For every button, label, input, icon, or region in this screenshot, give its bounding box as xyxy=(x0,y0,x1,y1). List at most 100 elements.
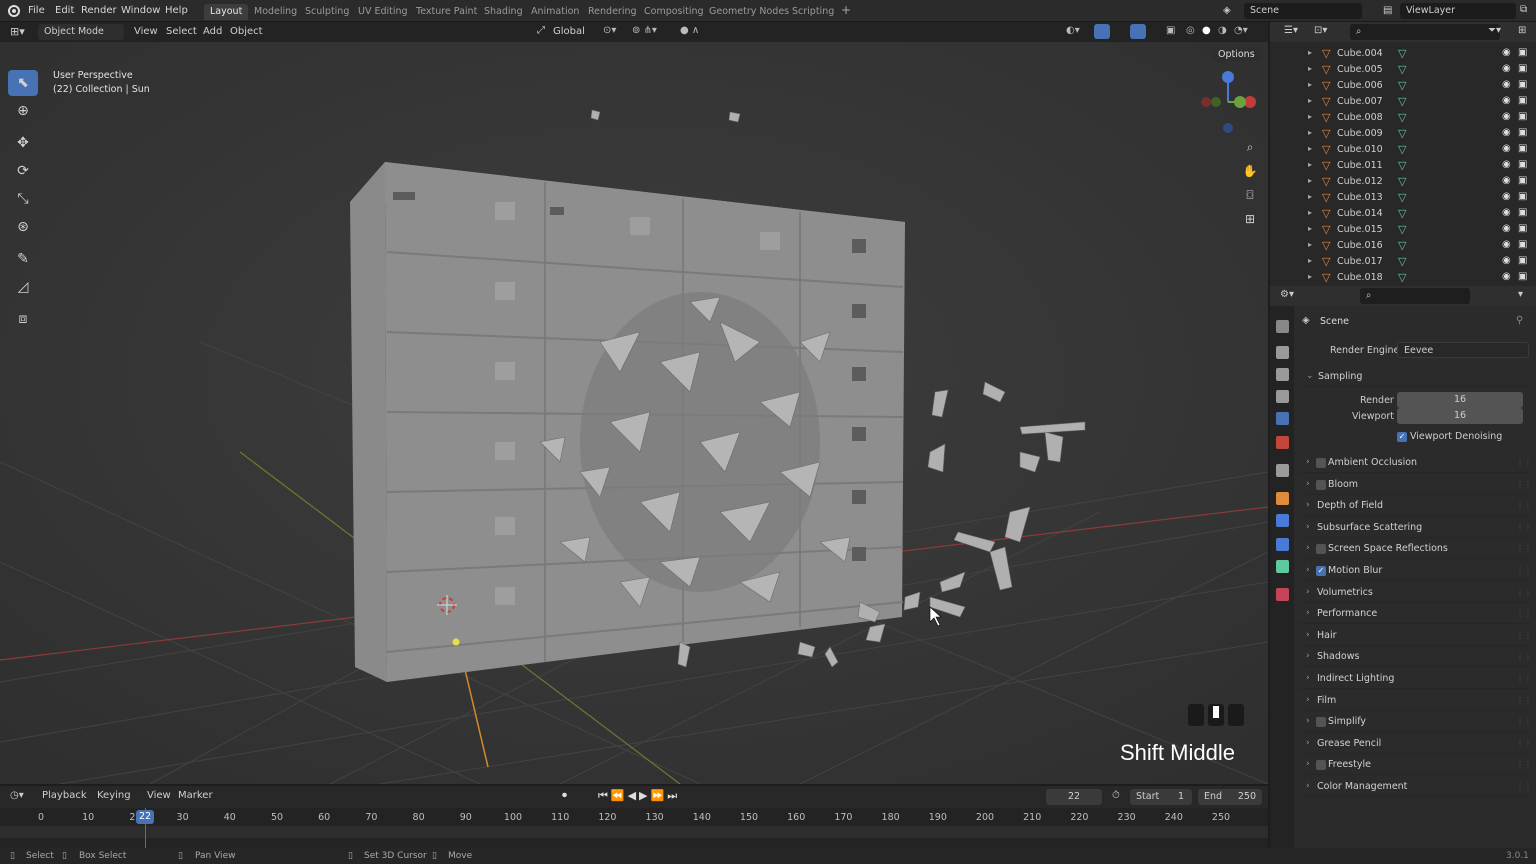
render-panel[interactable]: › Performance ⋮⋮ xyxy=(1300,604,1532,625)
render-panel[interactable]: › Simplify ⋮⋮ xyxy=(1300,712,1532,733)
menu-file[interactable]: File xyxy=(28,5,45,16)
drag-handle-icon[interactable]: ⋮⋮ xyxy=(1516,566,1532,575)
properties-editor-icon[interactable]: ⚙▾ xyxy=(1280,289,1294,300)
tab-shading[interactable]: Shading xyxy=(478,4,529,20)
3d-viewport[interactable]: ⬉ ⊕ ✥ ⟳ ⤡ ⊛ ✎ ◿ ⧈ User Perspective (22) … xyxy=(0,42,1268,784)
render-panel[interactable]: › Volumetrics ⋮⋮ xyxy=(1300,583,1532,603)
menu-help[interactable]: Help xyxy=(165,5,188,16)
expand-arrow-icon[interactable]: ▸ xyxy=(1308,256,1312,265)
outliner-item[interactable]: ▸ ▽ Cube.016 ▽ ◉ ▣ xyxy=(1270,238,1536,254)
add-cube-tool-button[interactable]: ⧈ xyxy=(8,306,38,332)
render-tab-icon[interactable] xyxy=(1276,346,1289,359)
expand-arrow-icon[interactable]: ▸ xyxy=(1308,48,1312,57)
move-tool-button[interactable]: ✥ xyxy=(8,130,38,156)
outliner-item[interactable]: ▸ ▽ Cube.009 ▽ ◉ ▣ xyxy=(1270,126,1536,142)
eye-icon[interactable]: ◉ xyxy=(1502,111,1511,122)
start-frame-field[interactable]: Start 1 xyxy=(1130,789,1192,805)
camera-render-icon[interactable]: ▣ xyxy=(1518,207,1527,218)
render-panel[interactable]: › ✓ Motion Blur ⋮⋮ xyxy=(1300,561,1532,581)
panel-toggle-checkbox[interactable] xyxy=(1316,760,1326,771)
pin-icon[interactable]: ⚲ xyxy=(1516,315,1523,326)
tab-uv-editing[interactable]: UV Editing xyxy=(352,4,414,20)
outliner-item[interactable]: ▸ ▽ Cube.010 ▽ ◉ ▣ xyxy=(1270,142,1536,158)
object-tab-icon[interactable] xyxy=(1276,492,1289,505)
output-tab-icon[interactable] xyxy=(1276,368,1289,381)
camera-render-icon[interactable]: ▣ xyxy=(1518,191,1527,202)
gizmo-toggle-icon[interactable] xyxy=(1094,24,1110,39)
camera-render-icon[interactable]: ▣ xyxy=(1518,111,1527,122)
options-button[interactable]: Options xyxy=(1212,48,1261,61)
zoom-icon[interactable]: ⌕ xyxy=(1239,136,1261,158)
render-panel[interactable]: › Ambient Occlusion ⋮⋮ xyxy=(1300,453,1532,473)
eye-icon[interactable]: ◉ xyxy=(1502,191,1511,202)
texture-tab-icon[interactable] xyxy=(1276,588,1289,601)
panel-toggle-checkbox[interactable] xyxy=(1316,458,1326,468)
timeline-editor-icon[interactable]: ◷▾ xyxy=(10,790,24,801)
panel-toggle-checkbox[interactable] xyxy=(1316,544,1326,555)
outliner-item[interactable]: ▸ ▽ Cube.004 ▽ ◉ ▣ xyxy=(1270,46,1536,62)
menu-add[interactable]: Add xyxy=(203,26,222,37)
tab-rendering[interactable]: Rendering xyxy=(582,4,643,20)
render-panel[interactable]: › Grease Pencil ⋮⋮ xyxy=(1300,734,1532,754)
camera-render-icon[interactable]: ▣ xyxy=(1518,271,1527,282)
camera-render-icon[interactable]: ▣ xyxy=(1518,79,1527,90)
menu-select[interactable]: Select xyxy=(166,26,197,37)
outliner-item[interactable]: ▸ ▽ Cube.005 ▽ ◉ ▣ xyxy=(1270,62,1536,78)
record-icon[interactable]: ⏺ xyxy=(562,790,567,801)
proportional-edit-icon[interactable]: ● ∧ xyxy=(680,25,699,36)
preview-range-icon[interactable]: ⏱ xyxy=(1112,790,1120,801)
eye-icon[interactable]: ◉ xyxy=(1502,95,1511,106)
render-samples-field[interactable]: 16 xyxy=(1397,392,1523,408)
viewport-samples-field[interactable]: 16 xyxy=(1397,408,1523,424)
tab-scripting[interactable]: Scripting xyxy=(786,4,840,20)
tool-tab-icon[interactable] xyxy=(1276,320,1289,333)
eye-icon[interactable]: ◉ xyxy=(1502,239,1511,250)
solid-shading-icon[interactable]: ● xyxy=(1202,25,1211,36)
transform-tool-button[interactable]: ⊛ xyxy=(8,214,38,240)
camera-render-icon[interactable]: ▣ xyxy=(1518,159,1527,170)
expand-arrow-icon[interactable]: ▸ xyxy=(1308,160,1312,169)
render-panel[interactable]: › Film ⋮⋮ xyxy=(1300,691,1532,711)
properties-search-input[interactable]: ⌕ xyxy=(1360,288,1470,304)
camera-render-icon[interactable]: ▣ xyxy=(1518,127,1527,138)
playhead[interactable]: 22 xyxy=(136,810,154,824)
measure-tool-button[interactable]: ◿ xyxy=(8,274,38,300)
tab-sculpting[interactable]: Sculpting xyxy=(299,4,355,20)
render-panel[interactable]: › Subsurface Scattering ⋮⋮ xyxy=(1300,518,1532,538)
light-origin[interactable] xyxy=(452,638,460,646)
expand-arrow-icon[interactable]: ▸ xyxy=(1308,272,1312,281)
outliner-item[interactable]: ▸ ▽ Cube.012 ▽ ◉ ▣ xyxy=(1270,174,1536,190)
pan-hand-icon[interactable]: ✋ xyxy=(1239,160,1261,182)
xray-icon[interactable]: ▣ xyxy=(1166,25,1175,36)
mode-selector[interactable]: Object Mode xyxy=(38,24,124,40)
selection-mode-buttons[interactable] xyxy=(36,42,116,46)
playback-controls-icon[interactable]: ⏮⏪◀▶⏩⏭ xyxy=(598,789,680,803)
expand-arrow-icon[interactable]: ▸ xyxy=(1308,64,1312,73)
orientation-selector[interactable]: Global xyxy=(553,26,585,37)
eye-icon[interactable]: ◉ xyxy=(1502,63,1511,74)
rendered-shading-icon[interactable]: ◔▾ xyxy=(1234,25,1248,36)
timeline[interactable]: 0102030405060708090100110120130140150160… xyxy=(0,808,1268,848)
material-shading-icon[interactable]: ◑ xyxy=(1218,25,1227,36)
tab-modeling[interactable]: Modeling xyxy=(248,4,303,20)
render-panel[interactable]: › Freestyle ⋮⋮ xyxy=(1300,755,1532,776)
drag-handle-icon[interactable]: ⋮⋮ xyxy=(1516,631,1532,640)
expand-arrow-icon[interactable]: ▸ xyxy=(1308,176,1312,185)
scene-selector[interactable]: Scene xyxy=(1244,3,1362,19)
end-frame-field[interactable]: End 250 xyxy=(1198,789,1262,805)
modifier-tab-icon[interactable] xyxy=(1276,514,1289,527)
expand-arrow-icon[interactable]: ▸ xyxy=(1308,128,1312,137)
perspective-grid-icon[interactable]: ⊞ xyxy=(1239,208,1261,230)
eye-icon[interactable]: ◉ xyxy=(1502,159,1511,170)
tab-compositing[interactable]: Compositing xyxy=(638,4,710,20)
wireframe-shading-icon[interactable]: ◎ xyxy=(1186,25,1195,36)
render-panel[interactable]: › Hair ⋮⋮ xyxy=(1300,626,1532,646)
panel-toggle-checkbox[interactable] xyxy=(1316,479,1326,490)
drag-handle-icon[interactable]: ⋮⋮ xyxy=(1516,696,1532,705)
scale-tool-button[interactable]: ⤡ xyxy=(8,186,38,212)
outliner-item[interactable]: ▸ ▽ Cube.014 ▽ ◉ ▣ xyxy=(1270,206,1536,222)
drag-handle-icon[interactable]: ⋮⋮ xyxy=(1516,458,1532,467)
outliner-item[interactable]: ▸ ▽ Cube.011 ▽ ◉ ▣ xyxy=(1270,158,1536,174)
current-frame-field[interactable]: 22 xyxy=(1046,789,1102,805)
drag-handle-icon[interactable]: ⋮⋮ xyxy=(1516,760,1532,769)
